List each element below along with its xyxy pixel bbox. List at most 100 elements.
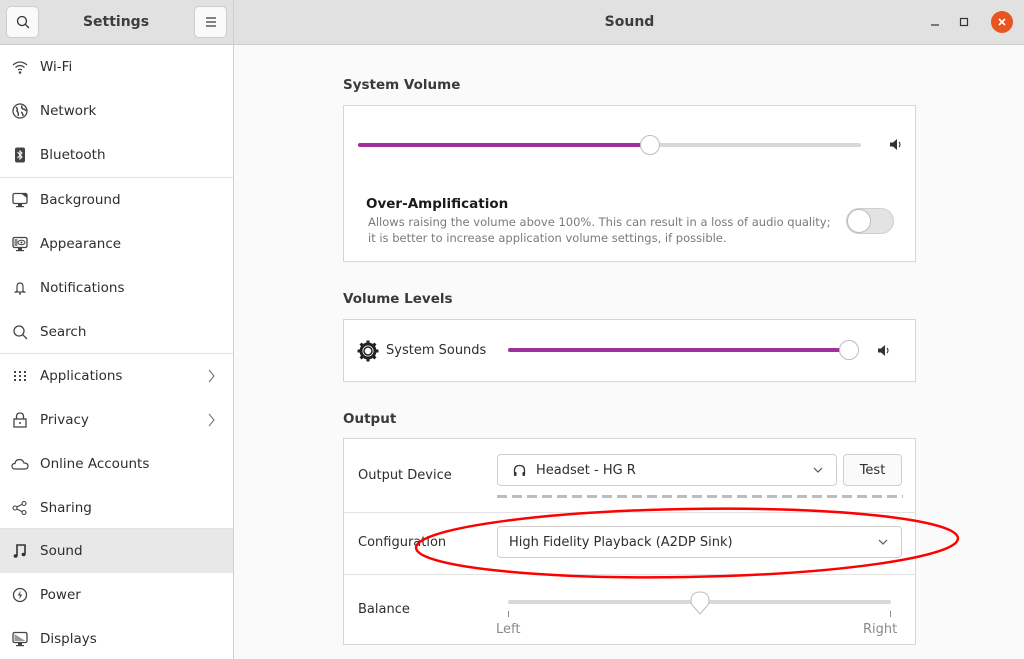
sidebar-item-label: Sharing [40, 500, 92, 516]
sidebar-item-wifi[interactable]: Wi-Fi [0, 45, 233, 89]
music-note-icon [11, 542, 29, 560]
balance-slider[interactable] [508, 591, 891, 615]
speaker-icon [890, 139, 901, 150]
sidebar-item-sharing[interactable]: Sharing [0, 486, 233, 530]
share-icon [11, 499, 29, 517]
test-button[interactable]: Test [843, 454, 902, 486]
sidebar-item-label: Sound [40, 543, 83, 559]
sidebar-item-label: Background [40, 192, 121, 208]
chevron-down-icon [878, 539, 888, 545]
grid-icon [11, 367, 29, 385]
sidebar-item-applications[interactable]: Applications [0, 354, 233, 398]
output-device-label: Output Device [358, 468, 452, 483]
sidebar-item-label: Network [40, 103, 97, 119]
sidebar-item-appearance[interactable]: Appearance [0, 222, 233, 266]
sidebar-item-power[interactable]: Power [0, 573, 233, 617]
headphones-icon [513, 464, 526, 476]
bell-icon [11, 279, 29, 297]
bluetooth-icon [11, 146, 29, 164]
header-bar: Settings Sound [0, 0, 1024, 45]
system-volume-slider-handle[interactable] [639, 135, 660, 155]
sidebar-item-label: Wi-Fi [40, 59, 73, 75]
sidebar-item-label: Notifications [40, 280, 125, 296]
sidebar-item-background[interactable]: Background [0, 178, 233, 222]
system-sounds-slider-handle[interactable] [839, 340, 859, 360]
speaker-icon [878, 345, 889, 356]
balance-right-label: Right [863, 622, 898, 637]
chevron-right-icon [208, 413, 215, 427]
configuration-dropdown[interactable]: High Fidelity Playback (A2DP Sink) [497, 526, 902, 558]
output-device-dropdown[interactable]: Headset - HG R [497, 454, 837, 486]
system-sounds-slider-fill [508, 348, 849, 352]
search-icon [16, 15, 29, 29]
sidebar-item-label: Search [40, 324, 87, 340]
wifi-icon [11, 58, 29, 76]
maximize-icon [959, 17, 969, 27]
sound-panel: System Volume Over-Amplification Allows … [235, 45, 1024, 659]
sidebar-item-label: Power [40, 587, 81, 603]
sidebar: Wi-Fi Network Bluetooth Background Appea… [0, 45, 234, 659]
sidebar-item-online-accounts[interactable]: Online Accounts [0, 442, 233, 486]
page-title: Sound [604, 14, 655, 30]
sidebar-item-notifications[interactable]: Notifications [0, 266, 233, 310]
cloud-icon [11, 455, 29, 473]
sidebar-item-network[interactable]: Network [0, 89, 233, 133]
volume-levels-frame: System Sounds [343, 319, 916, 382]
sidebar-item-label: Displays [40, 631, 97, 647]
output-device-value: Headset - HG R [536, 462, 636, 478]
main-menu-button[interactable] [194, 6, 227, 38]
device-level-indicator [497, 495, 903, 498]
sidebar-item-privacy[interactable]: Privacy [0, 398, 233, 442]
chevron-down-icon [813, 467, 823, 473]
sidebar-item-label: Appearance [40, 236, 122, 252]
over-amplification-title: Over-Amplification [366, 196, 509, 212]
balance-tick-left [508, 611, 509, 617]
output-heading: Output [343, 411, 397, 427]
sidebar-item-displays[interactable]: Displays [0, 617, 233, 659]
maximize-button[interactable] [953, 11, 975, 33]
output-frame: Output Device Headset - HG R Test Config… [343, 438, 916, 645]
balance-tick-right [890, 611, 891, 617]
system-sounds-gear-icon [357, 340, 379, 362]
sidebar-item-label: Online Accounts [40, 456, 150, 472]
volume-levels-heading: Volume Levels [343, 291, 453, 307]
system-sounds-slider[interactable] [508, 340, 859, 360]
sidebar-item-label: Bluetooth [40, 147, 106, 163]
sidebar-item-bluetooth[interactable]: Bluetooth [0, 133, 233, 177]
system-volume-slider-fill [358, 143, 650, 147]
minimize-button[interactable] [924, 11, 946, 33]
configuration-label: Configuration [358, 535, 447, 550]
sidebar-item-label: Privacy [40, 412, 89, 428]
system-sounds-label: System Sounds [386, 343, 487, 358]
app-title: Settings [82, 14, 150, 30]
network-globe-icon [11, 102, 29, 120]
row-separator [344, 574, 915, 575]
over-amplification-toggle[interactable] [846, 208, 894, 234]
configuration-value: High Fidelity Playback (A2DP Sink) [509, 534, 733, 550]
background-monitor-icon [11, 191, 29, 209]
system-volume-heading: System Volume [343, 77, 461, 93]
search-button[interactable] [6, 6, 39, 38]
sidebar-item-search[interactable]: Search [0, 310, 233, 354]
over-amplification-description: Allows raising the volume above 100%. Th… [368, 215, 831, 245]
sidebar-header: Settings [0, 0, 234, 45]
appearance-icon [11, 235, 29, 253]
search-icon [11, 323, 29, 341]
system-volume-slider[interactable] [358, 135, 861, 155]
close-icon [998, 18, 1006, 26]
balance-slider-handle[interactable] [689, 591, 710, 615]
sidebar-item-sound[interactable]: Sound [0, 529, 233, 573]
lock-icon [11, 411, 29, 429]
toggle-knob [847, 209, 871, 233]
hamburger-menu-icon [205, 17, 216, 27]
power-icon [11, 586, 29, 604]
minimize-icon [931, 24, 939, 26]
system-volume-frame: Over-Amplification Allows raising the vo… [343, 105, 916, 262]
chevron-right-icon [208, 369, 215, 383]
balance-left-label: Left [496, 622, 521, 637]
close-button[interactable] [991, 11, 1013, 33]
balance-label: Balance [358, 602, 410, 617]
display-icon [11, 630, 29, 648]
sidebar-item-label: Applications [40, 368, 123, 384]
row-separator [344, 512, 915, 513]
